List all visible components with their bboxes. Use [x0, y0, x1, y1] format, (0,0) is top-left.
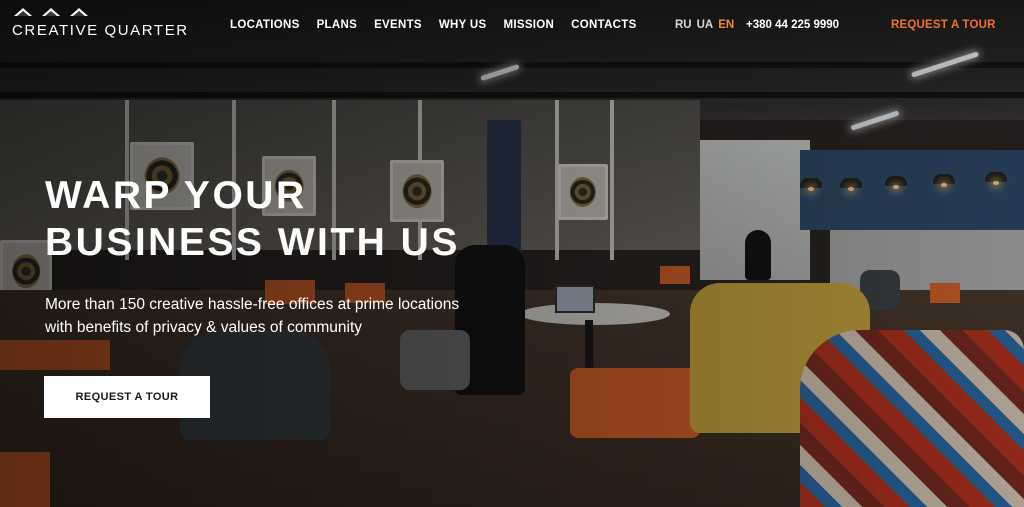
- nav-mission[interactable]: MISSION: [503, 19, 554, 31]
- hero-headline-line: BUSINESS WITH US: [45, 221, 460, 264]
- hero-subtitle-line: with benefits of privacy & values of com…: [45, 319, 363, 336]
- logo-mountains-icon: [14, 8, 189, 16]
- phone-link[interactable]: +380 44 225 9990: [746, 19, 839, 31]
- nav-locations[interactable]: LOCATIONS: [230, 19, 300, 31]
- hero-subtitle-line: More than 150 creative hassle-free offic…: [45, 296, 460, 313]
- main-nav: LOCATIONS PLANS EVENTS WHY US MISSION CO…: [230, 19, 637, 31]
- language-ua[interactable]: UA: [697, 19, 714, 31]
- nav-contacts[interactable]: CONTACTS: [571, 19, 636, 31]
- language-ru[interactable]: RU: [675, 19, 692, 31]
- request-tour-button[interactable]: REQUEST A TOUR: [44, 376, 210, 418]
- hero-subtitle: More than 150 creative hassle-free offic…: [45, 293, 459, 339]
- logo[interactable]: CREATIVE QUARTER: [12, 8, 189, 39]
- logo-text: CREATIVE QUARTER: [12, 22, 189, 39]
- nav-events[interactable]: EVENTS: [374, 19, 422, 31]
- hero-headline-line: WARP YOUR: [45, 174, 307, 217]
- hero-headline: WARP YOUR BUSINESS WITH US: [45, 172, 460, 266]
- nav-why-us[interactable]: WHY US: [439, 19, 487, 31]
- nav-plans[interactable]: PLANS: [317, 19, 357, 31]
- language-switcher: RU UA EN: [675, 19, 734, 31]
- language-en[interactable]: EN: [718, 19, 734, 31]
- header-request-tour-link[interactable]: REQUEST A TOUR: [891, 19, 996, 31]
